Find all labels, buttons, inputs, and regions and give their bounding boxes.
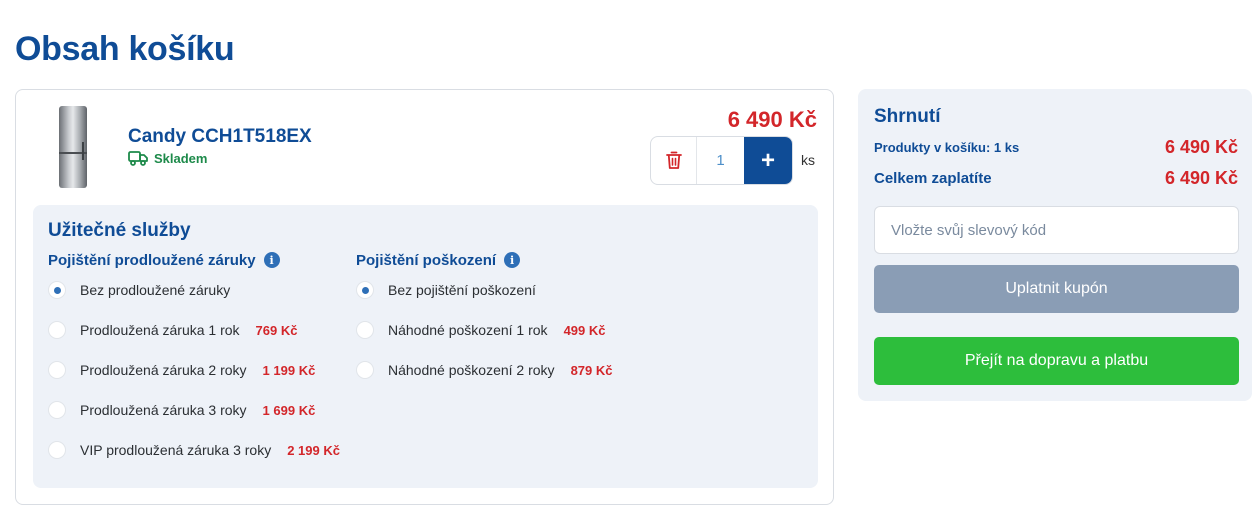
product-price: 6 490 Kč (727, 107, 817, 132)
summary-title: Shrnutí (874, 106, 941, 127)
damage-heading: Pojištění poškození (356, 251, 497, 269)
option-label: VIP prodloužená záruka 3 roky (80, 442, 272, 458)
option-label: Prodloužená záruka 1 rok (80, 322, 240, 338)
option-price: 879 Kč (570, 362, 613, 378)
warranty-option[interactable]: VIP prodloužená záruka 3 roky 2 199 Kč (48, 440, 340, 460)
products-in-cart-value: 6 490 Kč (1164, 137, 1238, 157)
total-row: Celkem zaplatíte 6 490 Kč (874, 168, 1238, 189)
damage-option[interactable]: Náhodné poškození 1 rok 499 Kč (356, 320, 605, 340)
option-label: Bez prodloužené záruky (80, 282, 231, 298)
option-price: 769 Kč (255, 322, 298, 338)
warranty-column: Pojištění prodloužené záruky i (48, 250, 280, 270)
quantity-input[interactable]: 1 (697, 137, 744, 184)
option-label: Náhodné poškození 1 rok (388, 322, 548, 338)
quantity-unit: ks (801, 152, 815, 168)
services-panel: Užitečné služby Pojištění prodloužené zá… (33, 205, 818, 488)
increase-quantity-button[interactable]: + (744, 137, 792, 184)
quantity-stepper: 1 + (650, 136, 793, 185)
checkout-button[interactable]: Přejít na dopravu a platbu (874, 337, 1239, 385)
apply-coupon-button[interactable]: Uplatnit kupón (874, 265, 1239, 313)
option-label: Prodloužená záruka 2 roky (80, 362, 247, 378)
product-name-link[interactable]: Candy CCH1T518EX (128, 126, 312, 148)
damage-column: Pojištění poškození i (356, 250, 521, 270)
order-summary: Shrnutí Produkty v košíku: 1 ks 6 490 Kč… (858, 89, 1252, 401)
total-label: Celkem zaplatíte (874, 170, 992, 187)
info-icon[interactable]: i (263, 252, 280, 268)
option-price: 499 Kč (563, 322, 606, 338)
total-value: 6 490 Kč (1164, 168, 1238, 188)
warranty-option[interactable]: Prodloužená záruka 3 roky 1 699 Kč (48, 400, 315, 420)
radio-button[interactable] (356, 361, 374, 379)
radio-button[interactable] (48, 441, 66, 459)
products-in-cart-row: Produkty v košíku: 1 ks 6 490 Kč (874, 137, 1238, 158)
warranty-option[interactable]: Prodloužená záruka 2 roky 1 199 Kč (48, 360, 315, 380)
warranty-option[interactable]: Prodloužená záruka 1 rok 769 Kč (48, 320, 297, 340)
radio-button[interactable] (48, 361, 66, 379)
warranty-heading: Pojištění prodloužené záruky (48, 251, 256, 269)
radio-button[interactable] (48, 401, 66, 419)
stock-status: Skladem (128, 150, 207, 166)
trash-icon (665, 151, 682, 169)
services-title: Užitečné služby (48, 220, 191, 241)
option-label: Bez pojištění poškození (388, 282, 536, 298)
option-label: Prodloužená záruka 3 roky (80, 402, 247, 418)
warranty-option[interactable]: Bez prodloužené záruky (48, 280, 230, 300)
radio-button[interactable] (356, 281, 374, 299)
radio-button[interactable] (356, 321, 374, 339)
option-price: 1 199 Kč (262, 362, 316, 378)
info-icon[interactable]: i (504, 252, 521, 268)
product-image[interactable] (59, 106, 87, 188)
damage-option[interactable]: Náhodné poškození 2 roky 879 Kč (356, 360, 612, 380)
coupon-code-input[interactable] (874, 206, 1239, 254)
stock-label: Skladem (154, 150, 208, 166)
truck-icon (128, 151, 148, 166)
option-price: 2 199 Kč (287, 442, 340, 458)
products-in-cart-label: Produkty v košíku: 1 ks (874, 140, 1020, 155)
radio-button[interactable] (48, 321, 66, 339)
cart-item-card: Candy CCH1T518EX Skladem 6 490 Kč 1 + ks… (15, 89, 834, 505)
page-title: Obsah košíku (15, 30, 235, 68)
radio-button[interactable] (48, 281, 66, 299)
damage-option[interactable]: Bez pojištění poškození (356, 280, 536, 300)
option-label: Náhodné poškození 2 roky (388, 362, 555, 378)
remove-item-button[interactable] (651, 137, 697, 184)
option-price: 1 699 Kč (262, 402, 316, 418)
